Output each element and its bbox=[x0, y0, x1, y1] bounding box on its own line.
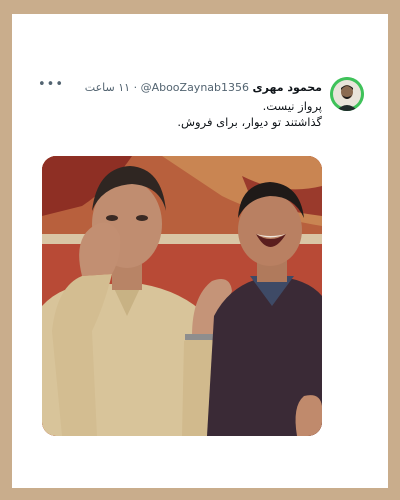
avatar-image bbox=[330, 77, 364, 111]
tweet-card[interactable]: محمود مهری @AbooZaynab1356 · ۱۱ ساعت •••… bbox=[12, 74, 388, 444]
tweet-header: محمود مهری @AbooZaynab1356 · ۱۱ ساعت bbox=[52, 80, 322, 96]
tweet-photo[interactable] bbox=[42, 156, 322, 436]
author-name[interactable]: محمود مهری bbox=[253, 81, 322, 94]
tweet-time[interactable]: ۱۱ ساعت bbox=[85, 81, 130, 94]
photo-image bbox=[42, 156, 322, 436]
author-handle[interactable]: @AbooZaynab1356 bbox=[141, 81, 249, 94]
tweet-text: پرواز نیست. گذاشتند تو دیوار، برای فروش. bbox=[42, 98, 322, 130]
tweet-text-line: پرواز نیست. bbox=[262, 99, 322, 113]
more-options-icon[interactable]: ••• bbox=[38, 77, 64, 92]
avatar[interactable] bbox=[330, 77, 364, 111]
separator-dot: · bbox=[133, 81, 138, 94]
tweet-text-line: گذاشتند تو دیوار، برای فروش. bbox=[177, 115, 322, 129]
screenshot-frame: محمود مهری @AbooZaynab1356 · ۱۱ ساعت •••… bbox=[12, 14, 388, 488]
